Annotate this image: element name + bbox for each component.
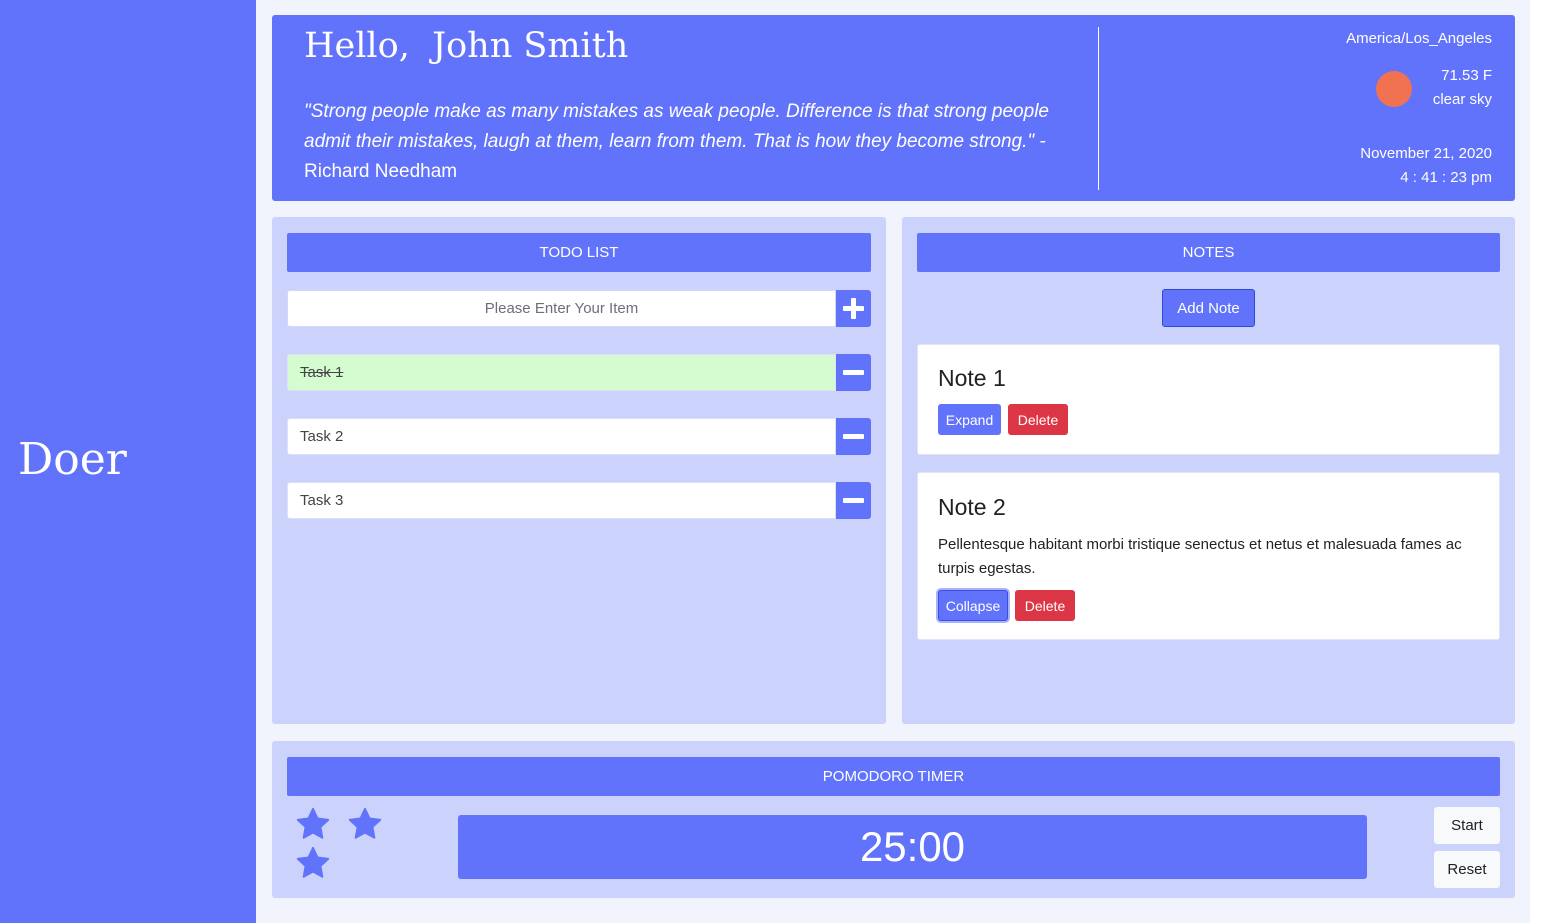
start-button[interactable]: Start: [1434, 807, 1500, 844]
note-title: Note 2: [938, 494, 1006, 520]
current-time: 4 : 41 : 23 pm: [1400, 169, 1492, 186]
task-item[interactable]: Task 2: [287, 418, 836, 455]
minus-icon: [843, 498, 864, 503]
minus-icon: [843, 434, 864, 439]
scrollbar-track[interactable]: [1530, 0, 1542, 923]
add-task-button[interactable]: [836, 290, 871, 327]
timezone: America/Los_Angeles: [1346, 30, 1492, 47]
brand-logo: Doer: [18, 434, 127, 485]
sidebar: Doer: [0, 0, 256, 923]
remove-task-button[interactable]: [836, 354, 871, 391]
task-label: Task 1: [300, 364, 344, 381]
note-card: Note 1 Expand Delete: [917, 344, 1500, 455]
temperature: 71.53 F: [1441, 67, 1492, 84]
greeting: Hello, John Smith: [304, 26, 629, 66]
expand-button[interactable]: Expand: [938, 404, 1001, 435]
todo-input[interactable]: [287, 290, 836, 327]
delete-note-button[interactable]: Delete: [1015, 590, 1075, 621]
reset-button[interactable]: Reset: [1434, 851, 1500, 888]
task-label: Task 2: [300, 428, 344, 445]
pomodoro-title: POMODORO TIMER: [287, 757, 1500, 796]
remove-task-button[interactable]: [836, 418, 871, 455]
minus-icon: [843, 370, 864, 375]
weather-condition: clear sky: [1432, 91, 1492, 108]
remove-task-button[interactable]: [836, 482, 871, 519]
task-item[interactable]: Task 1: [287, 354, 836, 391]
star-icon: [296, 807, 330, 839]
collapse-button[interactable]: Collapse: [938, 590, 1008, 621]
timer-display: 25:00: [458, 815, 1367, 879]
star-icon: [296, 846, 330, 878]
quote-author: Richard Needham: [304, 161, 458, 182]
star-icon: [348, 807, 382, 839]
note-title: Note 1: [938, 365, 1006, 391]
notes-title: NOTES: [917, 233, 1500, 272]
delete-note-button[interactable]: Delete: [1008, 404, 1068, 435]
add-note-button[interactable]: Add Note: [1162, 289, 1255, 327]
note-body: Pellentesque habitant morbi tristique se…: [938, 536, 1462, 577]
plus-icon: [843, 298, 864, 319]
quote-text: "Strong people make as many mistakes as …: [304, 101, 1049, 152]
todo-title: TODO LIST: [287, 233, 871, 272]
current-date: November 21, 2020: [1360, 145, 1492, 162]
header-divider: [1098, 27, 1099, 190]
task-label: Task 3: [300, 492, 344, 509]
sun-icon: [1376, 71, 1412, 107]
note-card: Note 2 Pellentesque habitant morbi trist…: [917, 472, 1500, 640]
task-item[interactable]: Task 3: [287, 482, 836, 519]
